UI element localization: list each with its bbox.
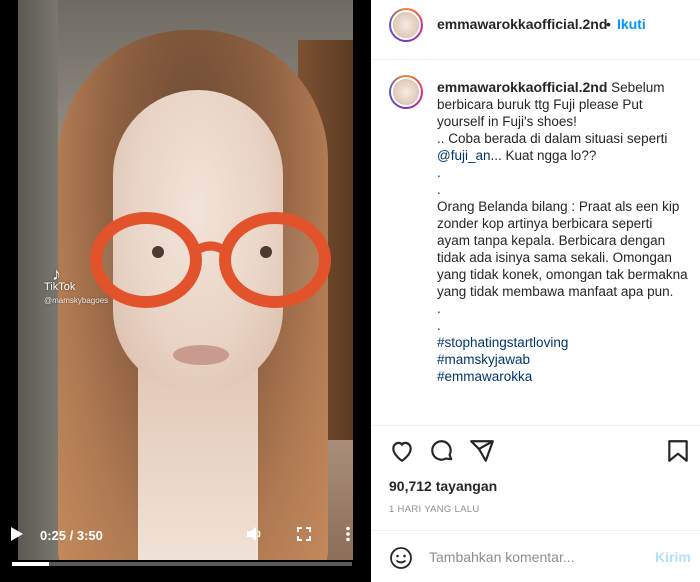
hashtag-link[interactable]: #mamskyjawab (437, 352, 530, 367)
avatar[interactable] (389, 8, 423, 42)
caption-text: emmawarokkaofficial.2nd Sebelum berbicar… (437, 79, 689, 385)
post-panel: emmawarokkaofficial.2nd • Ikuti emmawaro… (371, 0, 700, 582)
video-progress-bar[interactable] (12, 562, 352, 566)
person-lips (173, 345, 229, 365)
heart-icon[interactable] (389, 438, 415, 464)
comment-icon[interactable] (429, 438, 455, 464)
follow-button[interactable]: Ikuti (617, 16, 646, 32)
volume-icon[interactable] (246, 526, 264, 542)
share-icon[interactable] (469, 438, 495, 464)
caption-paragraph: Orang Belanda bilang : Praat als een kip… (437, 199, 688, 299)
tiktok-username: @mamskybagoes (44, 296, 109, 305)
video-player[interactable]: ♪ TikTok @mamskybagoes 0:25 / 3:50 (0, 0, 371, 582)
caption-avatar[interactable] (389, 75, 423, 109)
hashtag-link[interactable]: #stophatingstartloving (437, 335, 568, 350)
video-controls: 0:25 / 3:50 (0, 520, 371, 582)
hashtag-link[interactable]: #emmawarokka (437, 369, 532, 384)
fullscreen-icon[interactable] (296, 526, 312, 542)
caption-dot: . (437, 182, 441, 197)
post-date[interactable]: 1 HARI YANG LALU (389, 504, 480, 515)
caption-dot: . (437, 301, 441, 316)
video-frame[interactable]: ♪ TikTok @mamskybagoes (18, 0, 353, 560)
view-count[interactable]: 90,712 tayangan (389, 478, 497, 494)
play-icon[interactable] (10, 526, 24, 542)
caption-line-2-prefix: .. Coba berada di dalam situasi seperti (437, 131, 668, 146)
tiktok-icon: ♪ (52, 264, 61, 284)
post-comment-button[interactable]: Kirim (655, 549, 691, 565)
tiktok-watermark: ♪ TikTok @mamskybagoes (44, 264, 109, 307)
comment-input[interactable] (429, 547, 629, 567)
tiktok-logo-text: TikTok (44, 281, 76, 293)
red-glasses (90, 212, 331, 308)
video-progress-fill (12, 562, 50, 566)
caption-line-2-suffix: ... Kuat ngga lo?? (490, 148, 597, 163)
post-actions: 90,712 tayangan 1 HARI YANG LALU (371, 425, 700, 535)
bookmark-icon[interactable] (665, 438, 691, 464)
post-caption: emmawarokkaofficial.2nd Sebelum berbicar… (371, 61, 700, 421)
caption-username[interactable]: emmawarokkaofficial.2nd (437, 79, 607, 95)
video-time: 0:25 / 3:50 (40, 528, 103, 543)
mention-link[interactable]: @fuji_an (437, 148, 491, 163)
header-username[interactable]: emmawarokkaofficial.2nd (437, 16, 607, 32)
emoji-icon[interactable] (389, 546, 413, 570)
more-options-icon[interactable] (345, 526, 351, 542)
post-header: emmawarokkaofficial.2nd • Ikuti (371, 0, 700, 60)
header-separator: • (606, 16, 611, 32)
caption-dot: . (437, 165, 441, 180)
comment-bar: Kirim (371, 530, 700, 582)
caption-dot: . (437, 318, 441, 333)
